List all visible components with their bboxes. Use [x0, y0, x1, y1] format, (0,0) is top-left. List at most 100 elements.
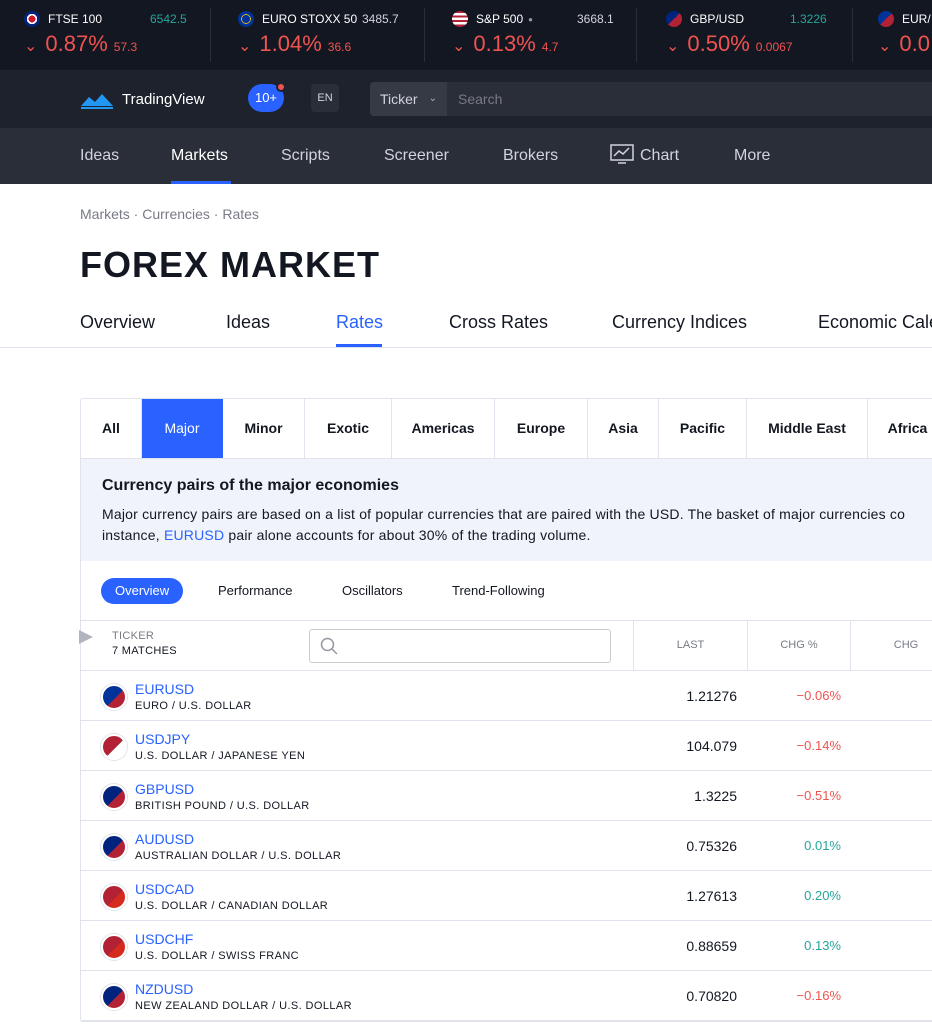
chevron-down-icon: ⌄ — [878, 38, 892, 55]
tab-economic-calendar[interactable]: Economic Cale — [818, 312, 932, 333]
region-tab-middle-east[interactable]: Middle East — [747, 399, 868, 458]
search-input[interactable]: Search — [447, 82, 932, 116]
table-row[interactable]: USDCAD U.S. DOLLAR / CANADIAN DOLLAR 1.276… — [81, 871, 932, 921]
table-search-input[interactable] — [309, 629, 611, 663]
eurusd-link[interactable]: EURUSD — [164, 527, 224, 543]
us-jp-flag-icon — [101, 734, 127, 760]
tape-price: 1.3226 — [790, 12, 827, 26]
nav-item-ideas[interactable]: Ideas — [80, 128, 119, 184]
tape-item-eur[interactable]: EUR/ ⌄ 0.0 — [878, 0, 932, 70]
symbol-description: AUSTRALIAN DOLLAR / U.S. DOLLAR — [135, 850, 342, 862]
tape-item-ftse[interactable]: FTSE 100 6542.5 ⌄ 0.87% 57.3 — [24, 0, 204, 70]
region-tab-major[interactable]: Major — [142, 399, 223, 458]
table-row[interactable]: USDCHF U.S. DOLLAR / SWISS FRANC 0.88659 0.… — [81, 921, 932, 971]
nav-item-chart[interactable]: Chart — [610, 128, 679, 184]
last-price: 1.21276 — [686, 688, 737, 704]
symbol-description: U.S. DOLLAR / CANADIAN DOLLAR — [135, 900, 329, 912]
tab-overview[interactable]: Overview — [80, 312, 155, 333]
last-price: 1.3225 — [694, 788, 737, 804]
table-row[interactable]: GBPUSD BRITISH POUND / U.S. DOLLAR 1.3225 −… — [81, 771, 932, 821]
symbol-link[interactable]: AUDUSD — [135, 831, 194, 847]
subtab-overview[interactable]: Overview — [101, 578, 184, 604]
change-percent: 0.13% — [804, 938, 841, 953]
symbol-description: NEW ZEALAND DOLLAR / U.S. DOLLAR — [135, 1000, 352, 1012]
change-percent: −0.06% — [796, 688, 841, 703]
description-box: Currency pairs of the major economies Ma… — [81, 459, 932, 561]
symbol-link[interactable]: USDCHF — [135, 931, 193, 947]
tab-ideas[interactable]: Ideas — [226, 312, 270, 333]
region-tab-pacific[interactable]: Pacific — [659, 399, 747, 458]
tape-item-gbpusd[interactable]: GBP/USD 1.3226 ⌄ 0.50% 0.0067 — [666, 0, 836, 70]
breadcrumb[interactable]: Markets · Currencies · Rates — [80, 206, 259, 222]
tradingview-logo-icon — [81, 94, 113, 109]
change-percent: 0.01% — [804, 838, 841, 853]
symbol-description: U.S. DOLLAR / SWISS FRANC — [135, 950, 300, 962]
tape-name: EUR/ — [902, 12, 931, 26]
search-icon — [320, 637, 338, 655]
last-price: 0.75326 — [686, 838, 737, 854]
section-divider — [0, 347, 932, 348]
region-tab-europe[interactable]: Europe — [495, 399, 588, 458]
chart-icon — [610, 144, 634, 164]
tape-item-sp500[interactable]: S&P 500 ● 3668.1 ⌄ 0.13% 4.7 — [452, 0, 622, 70]
region-tab-all[interactable]: All — [81, 399, 142, 458]
region-tab-minor[interactable]: Minor — [223, 399, 305, 458]
language-button[interactable]: EN — [311, 84, 339, 112]
tape-name: GBP/USD — [690, 12, 745, 26]
logo[interactable]: TradingView — [80, 88, 205, 110]
us-ca-flag-icon — [101, 884, 127, 910]
change-percent: −0.14% — [796, 738, 841, 753]
uk-us-flag-icon — [101, 784, 127, 810]
symbol-description: EURO / U.S. DOLLAR — [135, 700, 252, 712]
chevron-down-icon: ⌄ — [452, 38, 466, 55]
symbol-link[interactable]: EURUSD — [135, 681, 194, 697]
notifications-count: 10+ — [254, 90, 278, 105]
symbol-link[interactable]: USDCAD — [135, 881, 194, 897]
tape-change-abs: 36.6 — [327, 40, 352, 54]
region-tab-africa[interactable]: Africa — [868, 399, 932, 458]
bookmark-flag-icon[interactable] — [79, 630, 93, 644]
tape-change-pct: 0.87% — [45, 31, 108, 56]
tape-change-pct: 0.13% — [473, 31, 536, 56]
change-value: 0.0 — [881, 821, 932, 871]
column-header-chg-pct[interactable]: CHG % — [747, 621, 850, 670]
nav-item-chart-label: Chart — [640, 147, 680, 164]
column-header-chg[interactable]: CHG — [850, 621, 932, 670]
region-tab-americas[interactable]: Americas — [392, 399, 495, 458]
column-header-last[interactable]: LAST — [633, 621, 747, 670]
tab-cross-rates[interactable]: Cross Rates — [449, 312, 548, 333]
tape-item-eurostoxx[interactable]: EURO STOXX 50 3485.7 ⌄ 1.04% 36.6 — [238, 0, 418, 70]
change-value: −0. — [881, 771, 932, 821]
chevron-down-icon: ⌄ — [238, 38, 252, 55]
region-tab-asia[interactable]: Asia — [588, 399, 659, 458]
last-price: 104.079 — [686, 738, 737, 754]
subtab-oscillators[interactable]: Oscillators — [342, 578, 403, 604]
table-row[interactable]: AUDUSD AUSTRALIAN DOLLAR / U.S. DOLLAR 0.7… — [81, 821, 932, 871]
nav-item-brokers[interactable]: Brokers — [503, 128, 558, 184]
region-tab-exotic[interactable]: Exotic — [305, 399, 392, 458]
symbol-link[interactable]: USDJPY — [135, 731, 190, 747]
nav-item-markets[interactable]: Markets — [171, 128, 228, 184]
subtab-trend-following[interactable]: Trend-Following — [452, 578, 545, 604]
table-row[interactable]: NZDUSD NEW ZEALAND DOLLAR / U.S. DOLLAR 0.… — [81, 971, 932, 1021]
nav-item-more[interactable]: More — [734, 128, 770, 184]
uk-flag-icon — [24, 11, 40, 27]
nav-item-scripts[interactable]: Scripts — [281, 128, 330, 184]
subtab-performance[interactable]: Performance — [218, 578, 292, 604]
tape-price: 3485.7 — [362, 12, 399, 26]
au-us-flag-icon — [101, 834, 127, 860]
symbol-link[interactable]: NZDUSD — [135, 981, 193, 997]
symbol-link[interactable]: GBPUSD — [135, 781, 194, 797]
ticker-column-header[interactable]: TICKER 7 MATCHES — [112, 629, 177, 659]
change-value: 0.0 — [881, 871, 932, 921]
tab-rates[interactable]: Rates — [336, 312, 383, 333]
description-line-2-suffix: pair alone accounts for about 30% of the… — [224, 527, 591, 543]
table-row[interactable]: EURUSD EURO / U.S. DOLLAR 1.21276 −0.06% −0.… — [81, 671, 932, 721]
description-title: Currency pairs of the major economies — [102, 477, 399, 494]
sub-tabs: Overview Performance Oscillators Trend-F… — [81, 561, 932, 621]
tab-currency-indices[interactable]: Currency Indices — [612, 312, 747, 333]
table-row[interactable]: USDJPY U.S. DOLLAR / JAPANESE YEN 104.079 −… — [81, 721, 932, 771]
notifications-badge[interactable]: 10+ — [248, 82, 286, 112]
ticker-select[interactable]: Ticker ⌄ — [370, 82, 447, 116]
nav-item-screener[interactable]: Screener — [384, 128, 449, 184]
